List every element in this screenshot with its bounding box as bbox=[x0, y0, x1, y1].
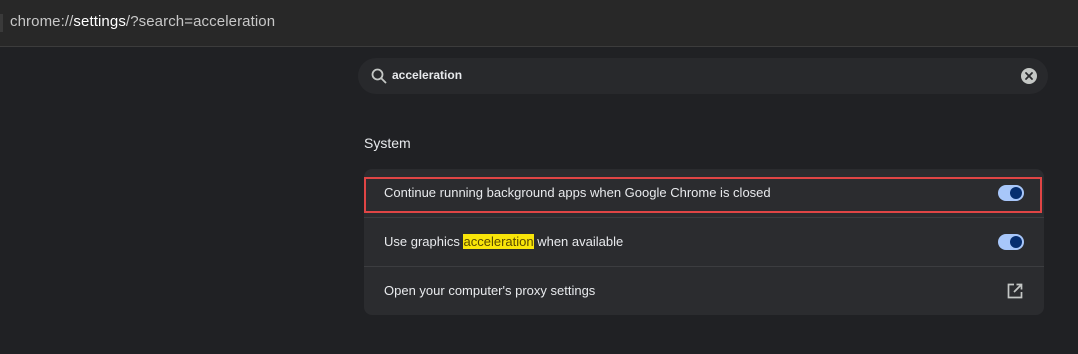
open-in-new-icon[interactable] bbox=[1006, 282, 1024, 300]
search-input[interactable]: acceleration bbox=[392, 68, 462, 82]
url-prefix: chrome:// bbox=[10, 13, 74, 30]
address-bar-edge bbox=[0, 14, 3, 32]
url-host: settings bbox=[73, 13, 126, 30]
settings-content: acceleration System Continue running bac… bbox=[0, 48, 1078, 354]
url-text[interactable]: chrome://settings/?search=acceleration bbox=[10, 13, 275, 30]
toggle-knob bbox=[1010, 187, 1022, 199]
clear-search-icon[interactable] bbox=[1020, 67, 1038, 85]
setting-row-proxy-settings[interactable]: Open your computer's proxy settings bbox=[364, 267, 1044, 315]
setting-row-graphics-acceleration[interactable]: Use graphics acceleration when available bbox=[364, 218, 1044, 266]
label-text-before: Use graphics bbox=[384, 234, 464, 249]
setting-row-background-apps[interactable]: Continue running background apps when Go… bbox=[364, 169, 1044, 217]
search-icon bbox=[370, 67, 388, 85]
section-title-system: System bbox=[364, 135, 411, 151]
setting-label-graphics-acceleration: Use graphics acceleration when available bbox=[384, 234, 623, 249]
settings-search-box[interactable]: acceleration bbox=[358, 58, 1048, 94]
setting-label-background-apps: Continue running background apps when Go… bbox=[384, 185, 771, 200]
search-match-highlight: acceleration bbox=[463, 234, 534, 249]
system-settings-card: Continue running background apps when Go… bbox=[364, 169, 1044, 315]
setting-label-proxy-settings: Open your computer's proxy settings bbox=[384, 283, 596, 298]
graphics-acceleration-toggle[interactable] bbox=[998, 234, 1024, 250]
url-suffix: /?search=acceleration bbox=[125, 13, 276, 30]
address-bar[interactable]: chrome://settings/?search=acceleration bbox=[0, 0, 1078, 47]
label-text-after: when available bbox=[533, 234, 624, 249]
toggle-knob bbox=[1010, 236, 1022, 248]
background-apps-toggle[interactable] bbox=[998, 185, 1024, 201]
